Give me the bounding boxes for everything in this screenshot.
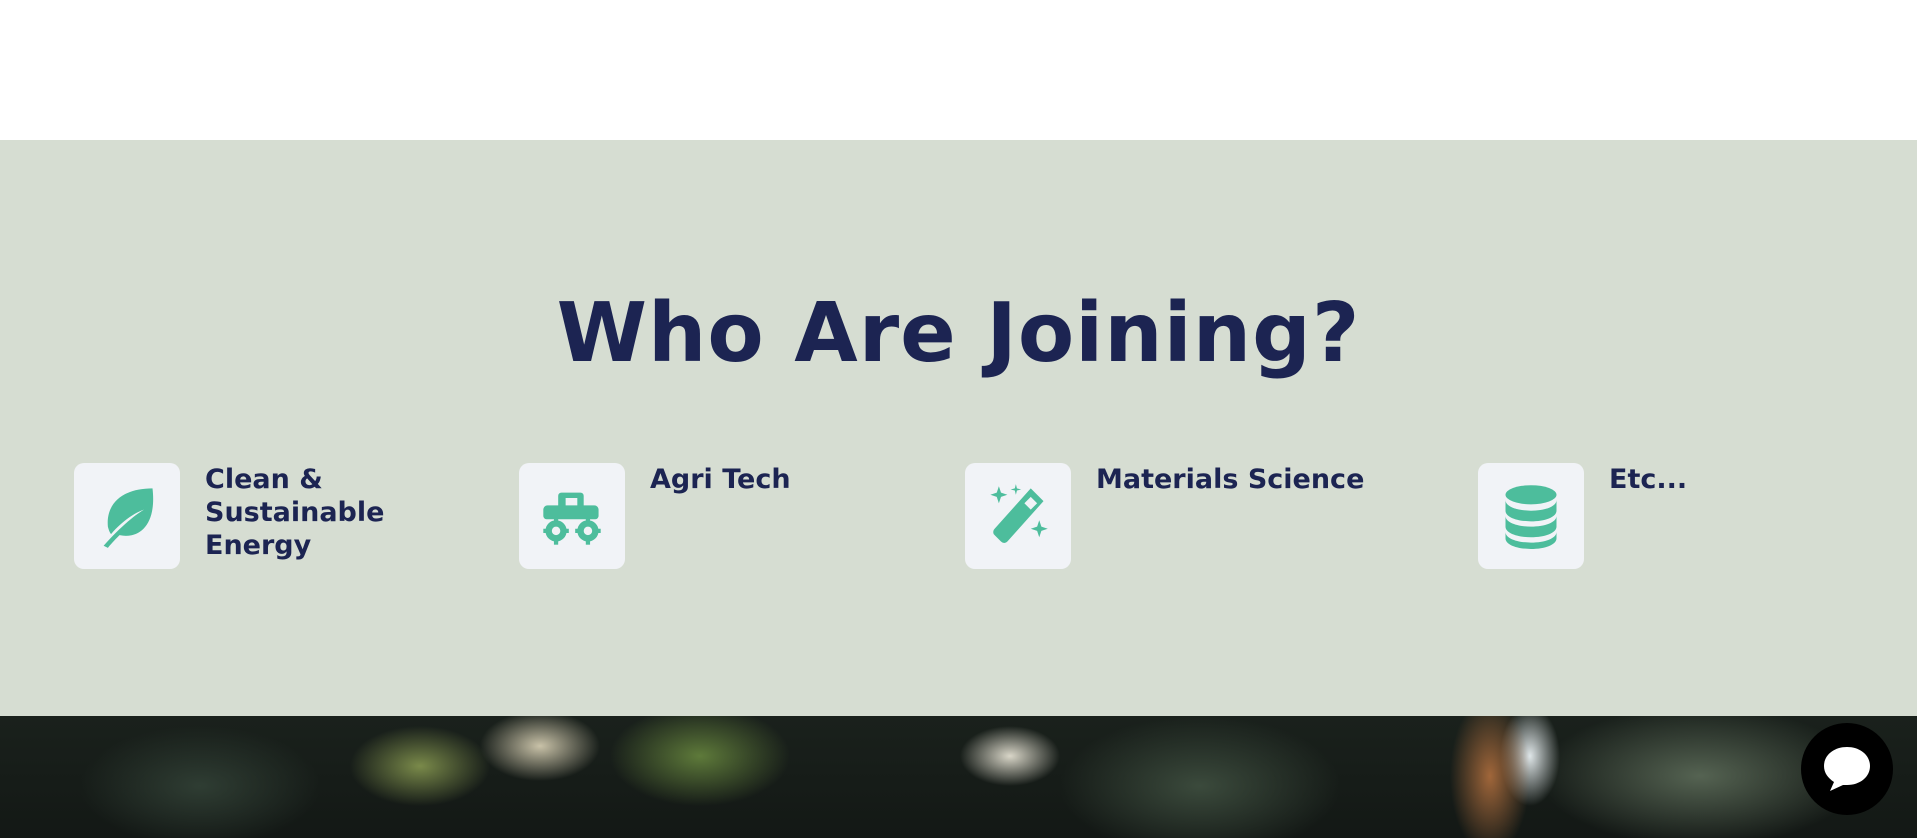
category-label: Etc... — [1609, 464, 1688, 495]
category-clean-energy: Clean & Sustainable Energy — [74, 463, 395, 569]
category-label: Agri Tech — [650, 464, 791, 495]
magic-wand-icon — [990, 484, 1048, 543]
category-label: Clean & Sustainable Energy — [205, 464, 385, 561]
category-icon-tile — [1478, 463, 1584, 569]
category-materials-science: Materials Science — [965, 463, 1364, 569]
leaf-icon — [103, 488, 154, 548]
top-blank-area — [0, 0, 1917, 140]
tractor-icon — [543, 492, 601, 545]
chat-button[interactable] — [1801, 723, 1893, 815]
who-are-joining-section: Who Are Joining? Clean & Sustainable Ene… — [0, 140, 1917, 716]
category-etc: Etc... — [1478, 463, 1687, 569]
chat-bubble-icon — [1824, 747, 1870, 791]
section-title: Who Are Joining? — [556, 286, 1361, 381]
category-icon-tile — [965, 463, 1071, 569]
category-agri-tech: Agri Tech — [519, 463, 791, 569]
category-icon-tile — [74, 463, 180, 569]
forest-background-image — [0, 716, 1917, 838]
database-icon — [1505, 485, 1557, 549]
category-icon-tile — [519, 463, 625, 569]
category-label: Materials Science — [1096, 464, 1365, 495]
